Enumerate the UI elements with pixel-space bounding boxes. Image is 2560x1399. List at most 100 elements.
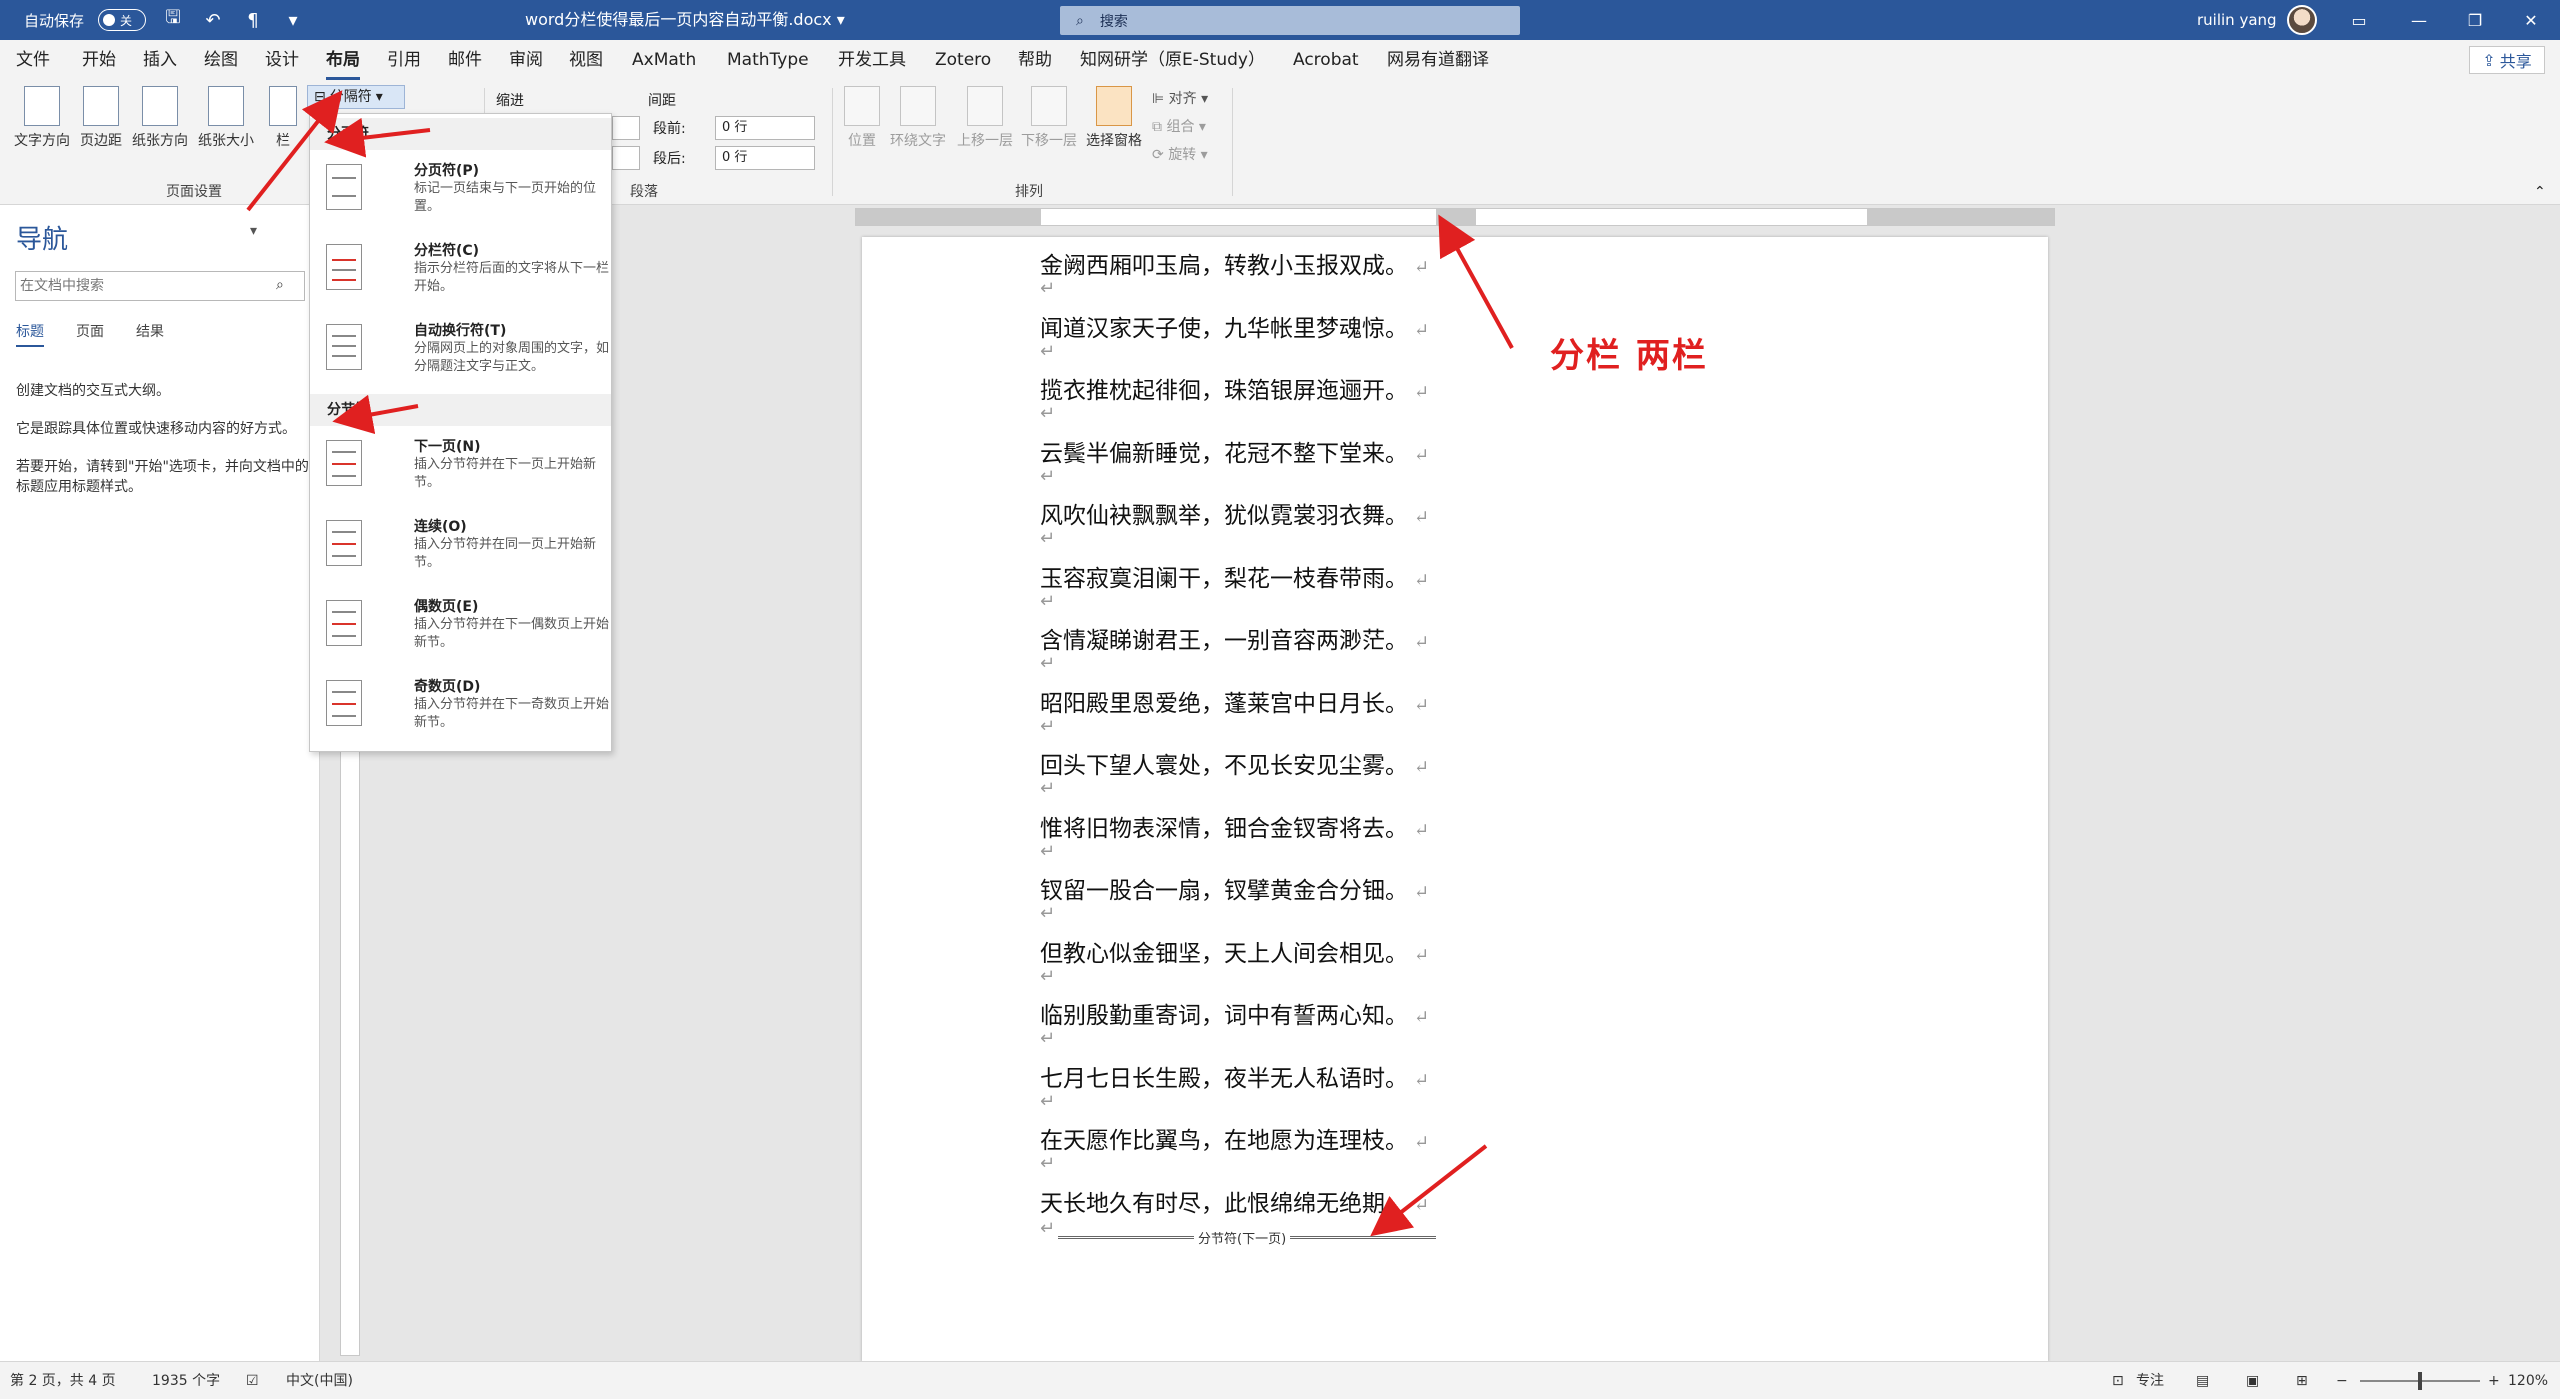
nav-tab-results[interactable]: 结果: [136, 321, 164, 341]
tab-axmath[interactable]: AxMath: [632, 40, 696, 80]
poem-line[interactable]: 临别殷勤重寄词，词中有誓两心知。 ↵: [1040, 996, 1429, 1030]
tab-insert[interactable]: 插入: [143, 40, 177, 80]
tab-zotero[interactable]: Zotero: [935, 40, 991, 80]
read-mode-icon[interactable]: ▤: [2196, 1362, 2209, 1399]
autosave-toggle[interactable]: 关: [98, 9, 147, 31]
nav-tab-pages[interactable]: 页面: [76, 321, 104, 341]
zoom-in-icon[interactable]: +: [2488, 1362, 2500, 1399]
send-backward-button[interactable]: 下移一层: [1018, 86, 1080, 150]
poem-line[interactable]: 昭阳殿里恩爱绝，蓬莱宫中日月长。 ↵: [1040, 684, 1429, 718]
paragraph-mark: ↵: [1040, 278, 1056, 299]
tab-references[interactable]: 引用: [387, 40, 421, 80]
chevron-down-icon[interactable]: ▾: [837, 10, 845, 29]
tab-design[interactable]: 设计: [265, 40, 299, 80]
language[interactable]: 中文(中国): [286, 1362, 353, 1399]
menu-item-continuous[interactable]: 连续(O) 插入分节符并在同一页上开始新节。: [318, 514, 608, 590]
horizontal-ruler[interactable]: [855, 208, 2055, 226]
columns-button[interactable]: 栏: [263, 86, 303, 150]
close-icon[interactable]: ✕: [2508, 0, 2554, 40]
zoom-level[interactable]: 120%: [2508, 1362, 2548, 1399]
size-button[interactable]: 纸张大小: [192, 86, 260, 150]
collapse-ribbon-icon[interactable]: ⌃: [2534, 184, 2546, 200]
tab-acrobat[interactable]: Acrobat: [1293, 40, 1359, 80]
section-break-label: 分节符(下一页): [1194, 1228, 1291, 1247]
menu-item-page-break[interactable]: 分页符(P) 标记一页结束与下一页开始的位置。: [318, 158, 608, 234]
margins-button[interactable]: 页边距: [74, 86, 128, 150]
orientation-button[interactable]: 纸张方向: [128, 86, 192, 150]
rotate-button[interactable]: ⟳ 旋转 ▾: [1152, 144, 1208, 164]
indent-right-input[interactable]: [612, 146, 640, 170]
undo-icon[interactable]: ↶: [200, 7, 226, 33]
tab-home[interactable]: 开始: [82, 40, 116, 80]
poem-line[interactable]: 钗留一股合一扇，钗擘黄金合分钿。 ↵: [1040, 871, 1429, 905]
poem-line[interactable]: 但教心似金钿坚，天上人间会相见。 ↵: [1040, 934, 1429, 968]
tab-help[interactable]: 帮助: [1018, 40, 1052, 80]
avatar[interactable]: [2287, 5, 2317, 35]
tab-e-study[interactable]: 知网研学（原E-Study）: [1080, 40, 1265, 80]
tab-view[interactable]: 视图: [569, 40, 603, 80]
search-input[interactable]: ⌕ 搜索: [1060, 6, 1520, 35]
customize-quick-access-icon[interactable]: ▾: [280, 7, 306, 33]
user-name[interactable]: ruilin yang: [2197, 0, 2277, 40]
poem-line[interactable]: 七月七日长生殿，夜半无人私语时。 ↵: [1040, 1059, 1429, 1093]
zoom-out-icon[interactable]: −: [2336, 1362, 2348, 1399]
section-break-marker[interactable]: 分节符(下一页): [1058, 1228, 1436, 1247]
ribbon-display-icon[interactable]: ▭: [2336, 0, 2382, 40]
poem-line[interactable]: 含情凝睇谢君王，一别音容两渺茫。 ↵: [1040, 621, 1429, 655]
poem-line[interactable]: 揽衣推枕起徘徊，珠箔银屏迤逦开。 ↵: [1040, 371, 1429, 405]
web-layout-icon[interactable]: ⊞: [2296, 1362, 2308, 1399]
minimize-icon[interactable]: —: [2396, 0, 2442, 40]
nav-options-icon[interactable]: ▾: [250, 223, 257, 239]
poem-line[interactable]: 惟将旧物表深情，钿合金钗寄将去。 ↵: [1040, 809, 1429, 843]
poem-line[interactable]: 闻道汉家天子使，九华帐里梦魂惊。 ↵: [1040, 309, 1429, 343]
group-button[interactable]: ⧉ 组合 ▾: [1152, 116, 1206, 136]
ruler-column-gap[interactable]: [1436, 209, 1476, 225]
word-count[interactable]: 1935 个字: [152, 1362, 220, 1399]
wrap-text-button[interactable]: 环绕文字: [885, 86, 951, 150]
menu-item-text-wrapping-break[interactable]: 自动换行符(T) 分隔网页上的对象周围的文字，如分隔题注文字与正文。: [318, 318, 609, 394]
tab-layout[interactable]: 布局: [326, 40, 360, 80]
tab-developer[interactable]: 开发工具: [838, 40, 906, 80]
poem-line[interactable]: 玉容寂寞泪阑干，梨花一枝春带雨。 ↵: [1040, 559, 1429, 593]
tab-file[interactable]: 文件: [16, 40, 50, 80]
bring-forward-label: 上移一层: [957, 133, 1013, 149]
tab-review[interactable]: 审阅: [509, 40, 543, 80]
share-button[interactable]: ⇪ 共享: [2469, 46, 2545, 74]
tab-mathtype[interactable]: MathType: [727, 40, 809, 80]
focus-button[interactable]: 专注: [2136, 1362, 2164, 1399]
menu-item-name: 下一页(N): [414, 439, 481, 455]
poem-line[interactable]: 在天愿作比翼鸟，在地愿为连理枝。 ↵: [1040, 1121, 1429, 1155]
poem-line[interactable]: 云鬓半偏新睡觉，花冠不整下堂来。 ↵: [1040, 434, 1429, 468]
menu-item-next-page[interactable]: 下一页(N) 插入分节符并在下一页上开始新节。: [318, 434, 608, 510]
indent-left-input[interactable]: [612, 116, 640, 140]
zoom-slider-thumb[interactable]: [2418, 1372, 2422, 1390]
zoom-slider[interactable]: [2360, 1372, 2480, 1390]
spacing-after-input[interactable]: 0 行: [715, 146, 815, 170]
nav-search-input[interactable]: 在文档中搜索: [15, 271, 305, 301]
tab-draw[interactable]: 绘图: [204, 40, 238, 80]
poem-line[interactable]: 金阙西厢叩玉扃，转教小玉报双成。 ↵: [1040, 246, 1429, 280]
pilcrow-icon[interactable]: ¶: [240, 7, 266, 33]
tab-mailings[interactable]: 邮件: [448, 40, 482, 80]
save-icon[interactable]: 🖫: [160, 7, 186, 33]
page-count[interactable]: 第 2 页，共 4 页: [10, 1362, 116, 1399]
poem-line[interactable]: 回头下望人寰处，不见长安见尘雾。 ↵: [1040, 746, 1429, 780]
proofing-icon[interactable]: ☑: [246, 1362, 259, 1399]
poem-line[interactable]: 天长地久有时尽，此恨绵绵无绝期。 ↵: [1040, 1184, 1429, 1218]
spacing-before-input[interactable]: 0 行: [715, 116, 815, 140]
selection-pane-button[interactable]: 选择窗格: [1082, 86, 1146, 150]
breaks-button[interactable]: ⊟ 分隔符 ▾: [307, 85, 405, 109]
tab-youdao[interactable]: 网易有道翻译: [1387, 40, 1489, 80]
text-direction-button[interactable]: 文字方向: [10, 86, 74, 150]
menu-item-even-page[interactable]: 偶数页(E) 插入分节符并在下一偶数页上开始新节。: [318, 594, 609, 670]
menu-item-column-break[interactable]: 分栏符(C) 指示分栏符后面的文字将从下一栏开始。: [318, 238, 609, 314]
nav-tab-headings[interactable]: 标题: [16, 321, 44, 347]
position-button[interactable]: 位置: [842, 86, 882, 150]
poem-line[interactable]: 风吹仙袂飘飘举，犹似霓裳羽衣舞。 ↵: [1040, 496, 1429, 530]
align-button[interactable]: ⊫ 对齐 ▾: [1152, 88, 1208, 108]
print-layout-icon[interactable]: ▣: [2246, 1362, 2259, 1399]
restore-icon[interactable]: ❐: [2452, 0, 2498, 40]
menu-item-odd-page[interactable]: 奇数页(D) 插入分节符并在下一奇数页上开始新节。: [318, 674, 609, 750]
search-icon[interactable]: ⌕: [276, 277, 284, 293]
bring-forward-button[interactable]: 上移一层: [954, 86, 1016, 150]
